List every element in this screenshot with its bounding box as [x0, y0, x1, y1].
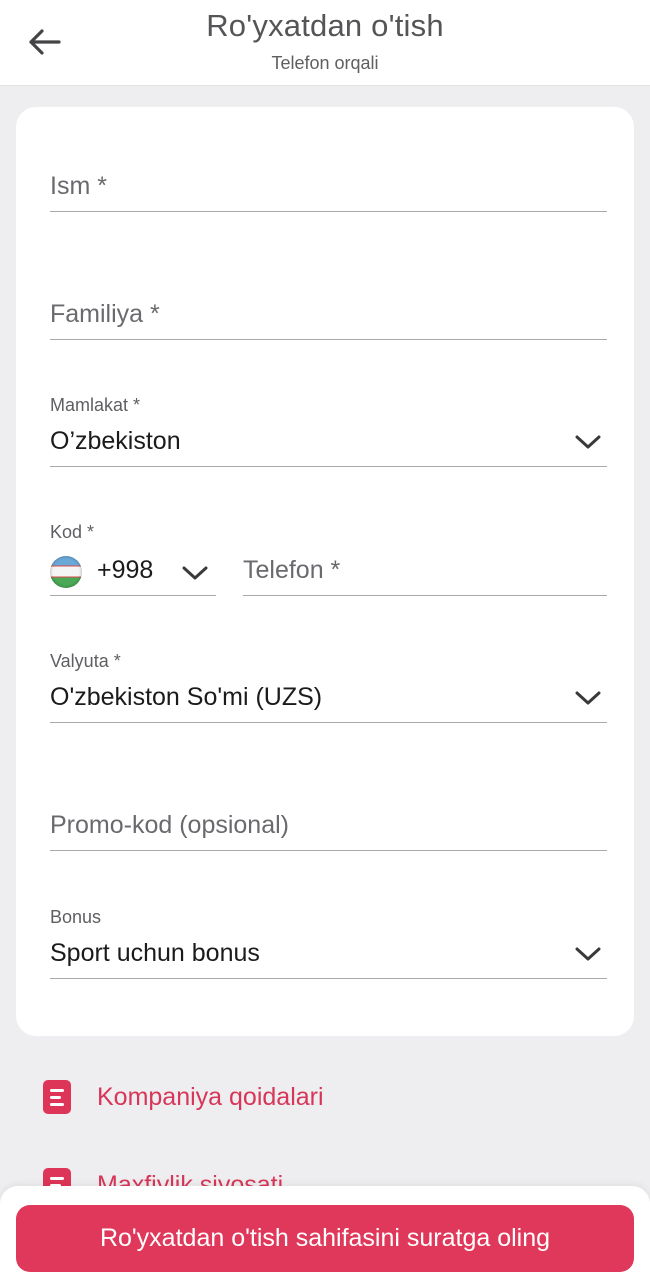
country-code-value: +998 — [97, 556, 154, 584]
page-subtitle: Telefon orqali — [271, 53, 379, 73]
phone-placeholder: Telefon * — [243, 556, 341, 584]
first-name-field[interactable]: Ism * — [50, 168, 607, 212]
code-label: Kod * — [50, 522, 95, 542]
promo-code-placeholder: Promo-kod (opsional) — [50, 811, 289, 839]
screenshot-registration-button[interactable]: Ro'yxatdan o'tish sahifasini suratga oli… — [16, 1205, 634, 1272]
uzbekistan-flag-icon — [50, 556, 82, 588]
app-header: Ro'yxatdan o'tish Telefon orqali — [0, 0, 650, 86]
bonus-select[interactable]: Bonus Sport uchun bonus — [50, 904, 607, 979]
chevron-down-icon — [575, 691, 601, 705]
currency-select[interactable]: Valyuta * O'zbekiston So'mi (UZS) — [50, 648, 607, 723]
company-rules-link[interactable]: Kompaniya qoidalari — [43, 1080, 324, 1114]
bonus-label: Bonus — [50, 907, 102, 927]
country-select[interactable]: Mamlakat * O’zbekiston — [50, 392, 607, 467]
last-name-field[interactable]: Familiya * — [50, 296, 607, 340]
first-name-placeholder: Ism * — [50, 172, 107, 200]
company-rules-label: Kompaniya qoidalari — [97, 1082, 324, 1111]
currency-value: O'zbekiston So'mi (UZS) — [50, 683, 323, 711]
phone-field[interactable]: Telefon * — [243, 554, 607, 596]
country-label: Mamlakat * — [50, 395, 141, 415]
country-value: O’zbekiston — [50, 427, 181, 455]
chevron-down-icon — [575, 947, 601, 961]
bonus-value: Sport uchun bonus — [50, 939, 260, 967]
page-title: Ro'yxatdan o'tish — [206, 8, 444, 43]
registration-form-card: Ism * Familiya * Mamlakat * O’zbekiston … — [16, 107, 634, 1036]
country-code-select[interactable]: +998 — [50, 554, 216, 596]
document-icon — [43, 1080, 71, 1114]
currency-label: Valyuta * — [50, 651, 121, 671]
chevron-down-icon — [575, 435, 601, 449]
last-name-placeholder: Familiya * — [50, 300, 160, 328]
promo-code-field[interactable]: Promo-kod (opsional) — [50, 807, 607, 851]
chevron-down-icon — [182, 566, 208, 580]
